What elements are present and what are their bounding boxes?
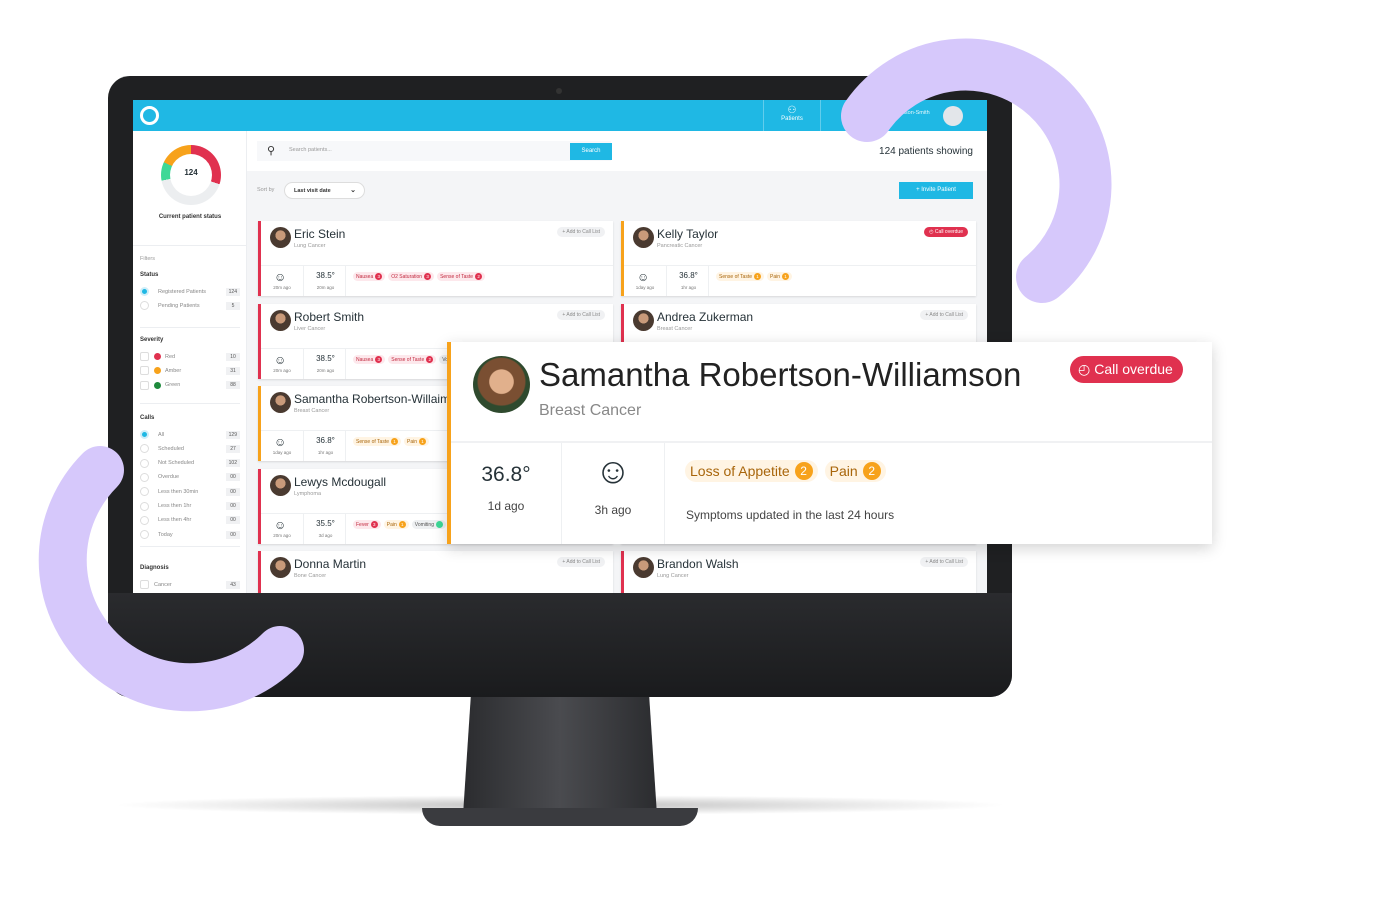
patient-diagnosis: Breast Cancer: [539, 402, 642, 419]
decor-arc-bottom-left: [38, 446, 304, 712]
decor-arc-top-right: [841, 38, 1112, 303]
badge-label: Call overdue: [1094, 361, 1173, 377]
symptom-tag[interactable]: Pain 2: [824, 460, 886, 482]
patient-detail-popup[interactable]: Samantha Robertson-Williamson Breast Can…: [447, 342, 1212, 544]
mood-time: 3h ago: [594, 503, 632, 517]
mood-cell: ☺ 3h ago: [562, 443, 665, 544]
tag-count: 2: [862, 462, 881, 480]
tag-label: Loss of Appetite: [690, 463, 790, 479]
tag-label: Pain: [829, 463, 858, 479]
symptoms-update-note: Symptoms updated in the last 24 hours: [686, 508, 895, 522]
donut-total: 124: [184, 168, 198, 177]
patient-name: Samantha Robertson-Williamson: [539, 356, 1022, 393]
patient-avatar: [473, 356, 530, 413]
temperature-value: 36.8°: [481, 463, 531, 486]
symptom-tag[interactable]: Loss of Appetite 2: [685, 460, 818, 482]
tag-count: 2: [794, 462, 813, 480]
temperature-cell: 36.8° 1d ago: [451, 443, 562, 544]
smiley-face-icon: ☺: [594, 450, 632, 491]
clock-icon: ◴: [1078, 361, 1091, 377]
symptom-tags: Loss of Appetite 2 Pain 2: [685, 460, 886, 482]
temperature-time: 1d ago: [487, 499, 525, 513]
call-overdue-badge[interactable]: ◴ Call overdue: [1070, 356, 1183, 383]
